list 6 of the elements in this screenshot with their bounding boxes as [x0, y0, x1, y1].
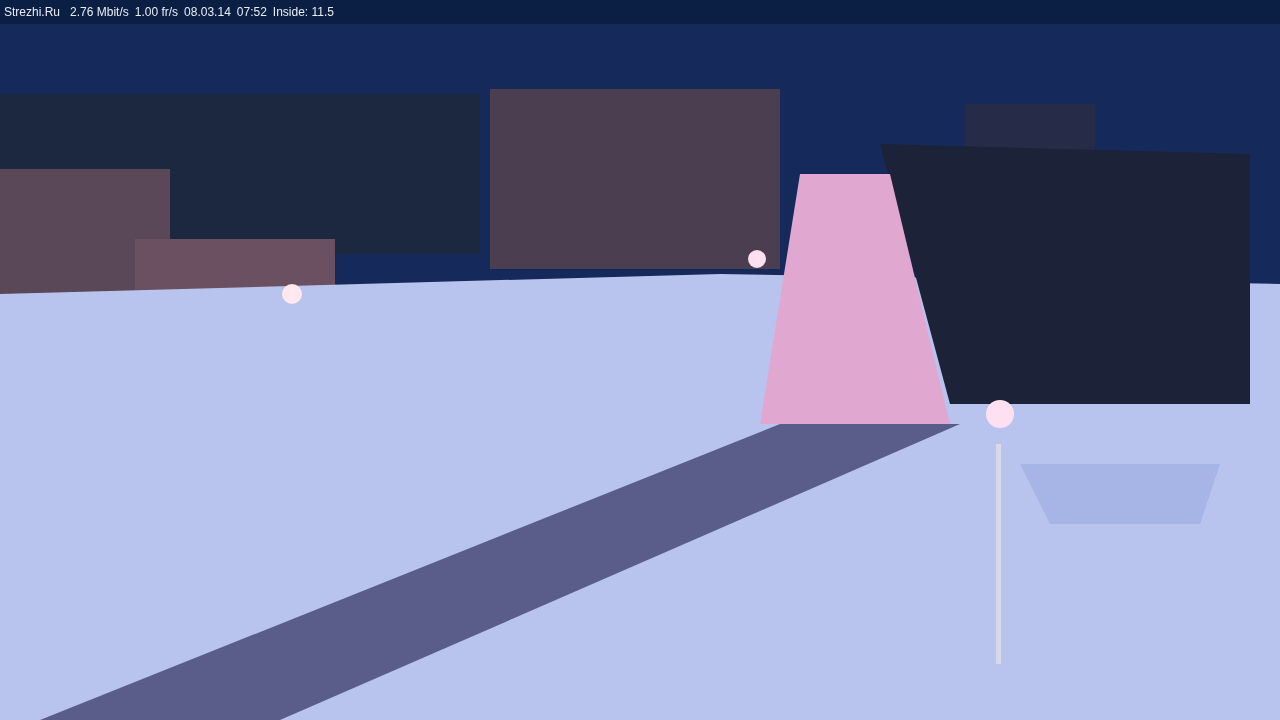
- time-text: 07:52: [236, 5, 267, 19]
- frame-rate-text: 1.00 fr/s: [134, 5, 179, 19]
- site-name: Strezhi.Ru: [4, 5, 61, 19]
- temperature-text: Inside: 11.5: [272, 5, 334, 19]
- date-text: 08.03.14: [184, 5, 231, 19]
- bitrate-text: 2.76 Mbit/s: [70, 5, 129, 19]
